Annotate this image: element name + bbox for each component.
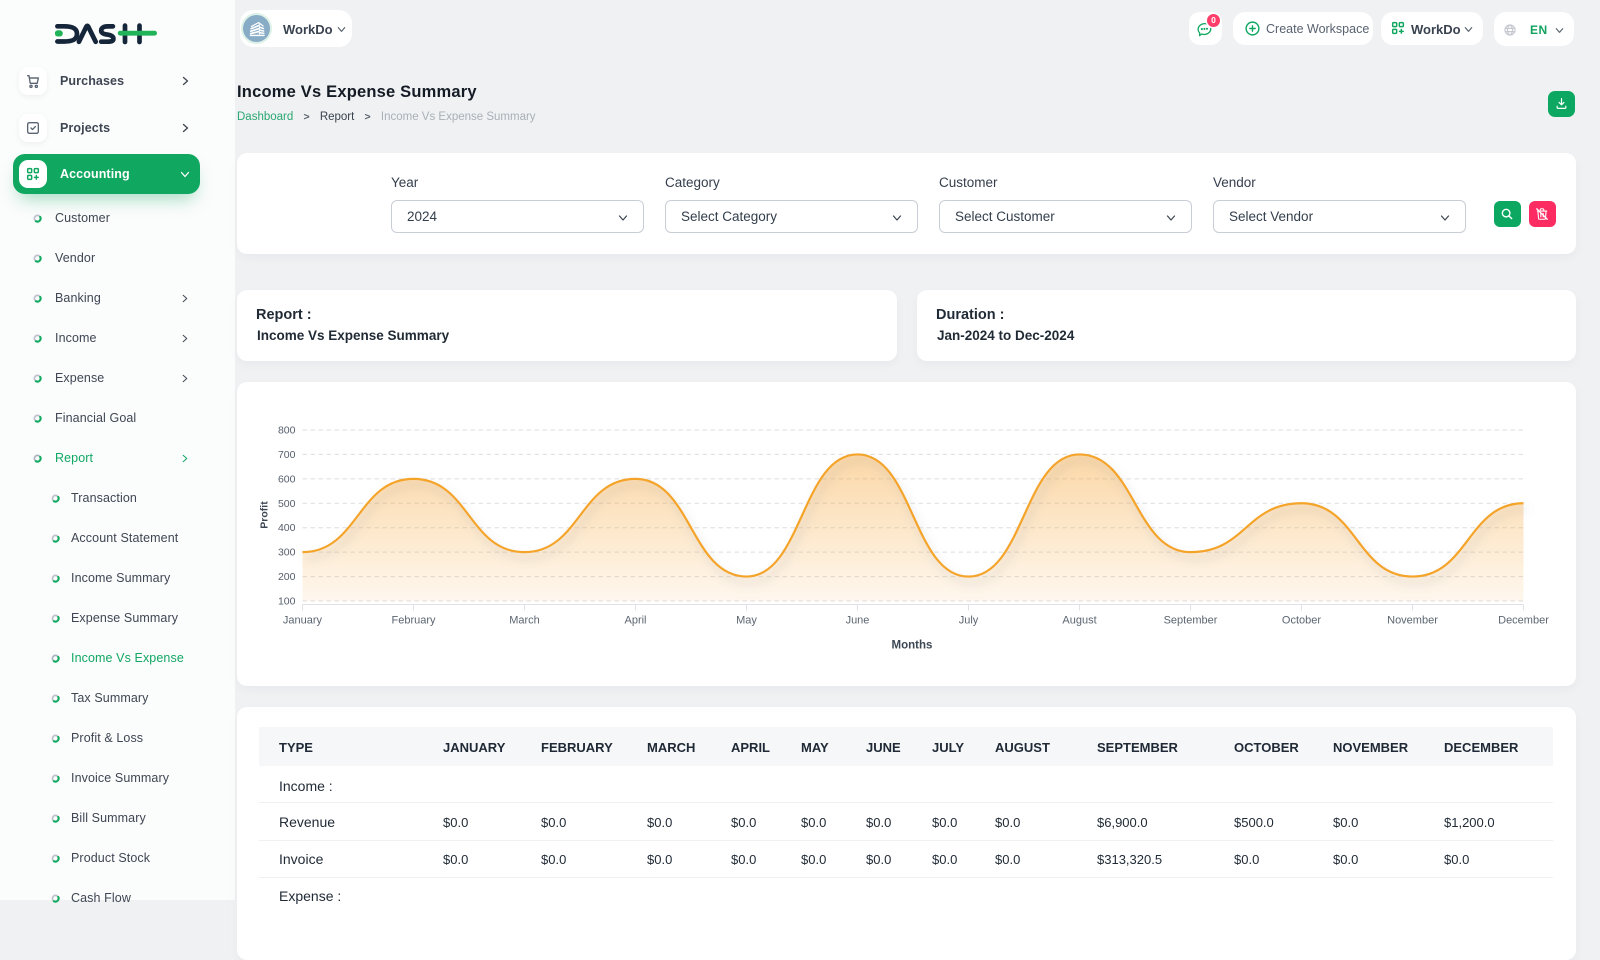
svg-text:May: May [736, 615, 757, 627]
svg-text:December: December [1498, 615, 1549, 627]
svg-text:300: 300 [278, 547, 296, 559]
svg-text:April: April [624, 615, 646, 627]
svg-text:400: 400 [278, 522, 296, 534]
svg-text:700: 700 [278, 449, 296, 461]
svg-text:October: October [1282, 615, 1321, 627]
svg-text:100: 100 [278, 596, 296, 608]
svg-text:600: 600 [278, 473, 296, 485]
svg-text:June: June [846, 615, 870, 627]
svg-text:February: February [391, 615, 436, 627]
svg-text:800: 800 [278, 424, 296, 436]
svg-text:March: March [509, 615, 540, 627]
svg-text:Profit: Profit [259, 501, 271, 529]
svg-text:200: 200 [278, 571, 296, 583]
svg-text:September: September [1164, 615, 1218, 627]
svg-text:November: November [1387, 615, 1438, 627]
svg-text:July: July [959, 615, 979, 627]
svg-text:500: 500 [278, 498, 296, 510]
svg-text:January: January [283, 615, 323, 627]
svg-text:August: August [1062, 615, 1096, 627]
svg-text:Months: Months [892, 640, 933, 652]
